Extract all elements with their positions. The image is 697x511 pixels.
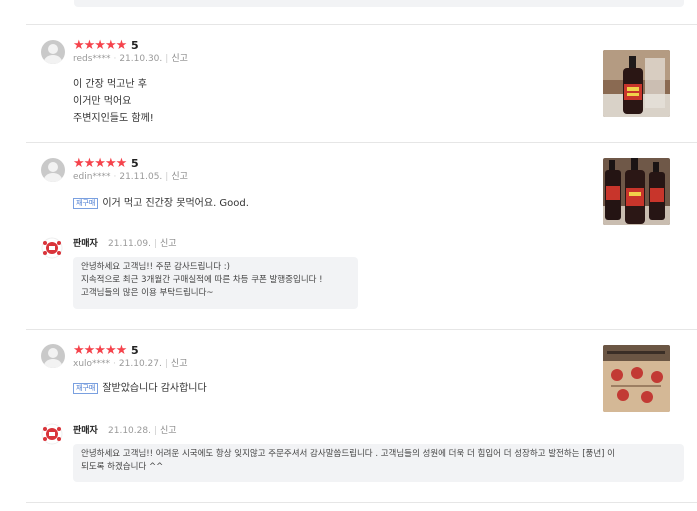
report-link[interactable]: 신고	[171, 359, 188, 369]
reply-date: 21.10.28.	[108, 426, 151, 436]
reply-line: 안녕하세요 고객님!! 주문 감사드립니다 :)	[81, 262, 230, 272]
review-meta: edin**** · 21.11.05. | 신고	[73, 172, 188, 182]
review-date: 21.11.05.	[119, 172, 163, 182]
review-photo-thumbnail[interactable]	[603, 345, 670, 412]
report-link[interactable]: 신고	[171, 172, 188, 182]
review-line: 이거만 먹어요	[73, 96, 132, 107]
report-link[interactable]: 신고	[160, 239, 177, 249]
reply-meta: 21.10.28. | 신고	[108, 426, 177, 436]
seller-name: 판매자	[73, 426, 98, 436]
rating-stars: ★★★★★	[73, 156, 127, 171]
review-line: 잘받았습니다 감사합니다	[102, 383, 207, 394]
review-text: 재구매 이거 먹고 진간장 못먹어요. Good.	[73, 195, 249, 212]
avatar	[41, 344, 65, 368]
seller-logo-icon	[41, 237, 63, 259]
divider	[26, 329, 697, 330]
review-meta: xulo**** · 21.10.27. | 신고	[73, 359, 188, 369]
review-date: 21.10.30.	[119, 54, 163, 64]
review-line: 이 간장 먹고난 후	[73, 79, 147, 90]
previous-review-reply-box	[74, 0, 684, 7]
repurchase-badge: 재구매	[73, 383, 99, 394]
reply-line: 고객님들의 많은 이용 부탁드립니다~	[81, 288, 214, 298]
rating-score: 5	[131, 39, 139, 52]
review-text: 재구매 잘받았습니다 감사합니다	[73, 380, 207, 397]
review-line: 주변지인들도 함께!	[73, 113, 154, 124]
repurchase-badge: 재구매	[73, 198, 99, 209]
review-meta: reds**** · 21.10.30. | 신고	[73, 54, 188, 64]
review-photo-thumbnail[interactable]	[603, 50, 670, 117]
reviewer-id: reds****	[73, 54, 111, 64]
report-link[interactable]: 신고	[160, 426, 177, 436]
reply-bubble: 안녕하세요 고객님!! 어려운 시국에도 항상 잊지않고 주문주셔서 감사말씀드…	[73, 444, 684, 482]
avatar	[41, 40, 65, 64]
divider	[26, 142, 697, 143]
seller-name: 판매자	[73, 239, 98, 249]
review-line: 이거 먹고 진간장 못먹어요. Good.	[102, 198, 249, 209]
divider	[26, 24, 697, 25]
review-photo-thumbnail[interactable]	[603, 158, 670, 225]
review-text: 이 간장 먹고난 후 이거만 먹어요 주변지인들도 함께!	[73, 76, 154, 127]
reply-line: 지속적으로 최근 3개월간 구매실적에 따른 차등 쿠폰 발행중입니다 !	[81, 275, 323, 285]
rating-stars: ★★★★★	[73, 343, 127, 358]
seller-logo-icon	[41, 423, 63, 445]
reply-line: 되도록 하겠습니다 ^^	[81, 462, 164, 472]
reply-bubble: 안녕하세요 고객님!! 주문 감사드립니다 :) 지속적으로 최근 3개월간 구…	[73, 257, 358, 309]
rating-score: 5	[131, 157, 139, 170]
report-link[interactable]: 신고	[171, 54, 188, 64]
reply-date: 21.11.09.	[108, 239, 151, 249]
soy-sauce-bottles-photo-icon	[603, 158, 670, 225]
reply-line: 안녕하세요 고객님!! 어려운 시국에도 항상 잊지않고 주문주셔서 감사말씀드…	[81, 449, 615, 459]
package-box-photo-icon	[603, 345, 670, 412]
avatar	[41, 158, 65, 182]
soy-sauce-bottle-photo-icon	[603, 50, 670, 117]
rating-stars: ★★★★★	[73, 38, 127, 53]
rating-score: 5	[131, 344, 139, 357]
divider	[26, 502, 697, 503]
reviewer-id: xulo****	[73, 359, 111, 369]
reply-meta: 21.11.09. | 신고	[108, 239, 177, 249]
review-date: 21.10.27.	[118, 359, 162, 369]
reviewer-id: edin****	[73, 172, 111, 182]
